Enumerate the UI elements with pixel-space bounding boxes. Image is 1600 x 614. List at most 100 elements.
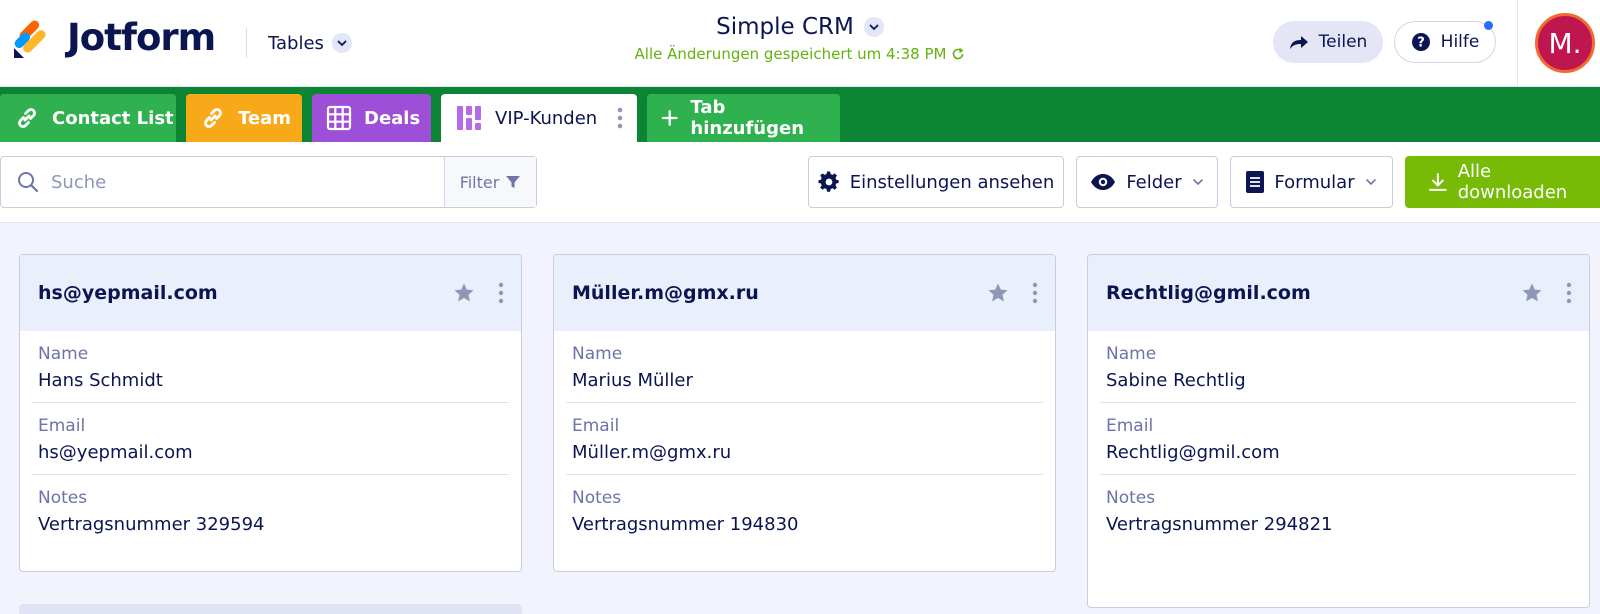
download-all-button[interactable]: Alle downloaden (1405, 156, 1600, 208)
fields-button[interactable]: Felder (1076, 156, 1218, 208)
kebab-menu-icon[interactable] (617, 106, 623, 130)
share-button[interactable]: Teilen (1273, 21, 1383, 63)
tab-deals[interactable]: Deals (312, 94, 431, 142)
chevron-down-icon (331, 33, 352, 53)
app-header: Jotform Tables Simple CRM Alle Änderunge… (0, 0, 1600, 87)
add-tab-button[interactable]: Tab hinzufügen (647, 94, 840, 142)
tab-team[interactable]: Team (186, 94, 302, 142)
link-icon (18, 108, 36, 128)
field-label: Name (1106, 344, 1157, 364)
avatar[interactable]: M. (1535, 13, 1595, 73)
jotform-logo-icon[interactable] (12, 20, 50, 60)
tab-contact-list[interactable]: Contact List (0, 94, 176, 142)
save-status: Alle Änderungen gespeichert um 4:38 PM (560, 45, 1040, 63)
record-card[interactable]: hs@yepmail.com Name Hans Schmidt Email h… (19, 254, 522, 572)
tables-menu-label: Tables (268, 32, 324, 54)
chevron-down-icon (1365, 179, 1376, 186)
card-header: Rechtlig@gmil.com (1088, 255, 1589, 331)
plus-icon (661, 110, 678, 126)
share-arrow-icon (1289, 36, 1308, 49)
help-button[interactable]: ? Hilfe (1394, 21, 1496, 63)
field-label: Notes (1106, 488, 1156, 508)
card-title: hs@yepmail.com (38, 282, 218, 304)
star-icon[interactable] (1521, 282, 1543, 304)
toolbar: Filter Einstellungen ansehen Felder Form… (0, 142, 1600, 223)
funnel-icon (506, 176, 521, 188)
card-field-email: Email hs@yepmail.com (32, 403, 509, 475)
card-field-name: Name Sabine Rechtlig (1100, 331, 1577, 403)
kebab-menu-icon[interactable] (498, 282, 504, 304)
download-all-label: Alle downloaden (1457, 161, 1568, 203)
share-label: Teilen (1318, 32, 1368, 52)
card-field-notes: Notes Vertragsnummer 294821 (1100, 475, 1577, 546)
field-value: Hans Schmidt (38, 370, 163, 391)
card-title: Rechtlig@gmil.com (1106, 282, 1311, 304)
field-label: Name (38, 344, 89, 364)
card-field-notes: Notes Vertragsnummer 329594 (32, 475, 509, 546)
field-value: Marius Müller (572, 370, 693, 391)
field-label: Notes (572, 488, 622, 508)
card-header: hs@yepmail.com (20, 255, 521, 331)
field-label: Email (1106, 416, 1154, 436)
title-block: Simple CRM Alle Änderungen gespeichert u… (560, 14, 1040, 63)
star-icon[interactable] (453, 282, 475, 304)
kebab-menu-icon[interactable] (1566, 282, 1572, 304)
card-field-notes: Notes Vertragsnummer 194830 (566, 475, 1043, 546)
search-field (1, 157, 444, 207)
help-icon: ? (1411, 33, 1430, 51)
field-value: Müller.m@gmx.ru (572, 442, 732, 463)
card-header: Müller.m@gmx.ru (554, 255, 1055, 331)
fields-label: Felder (1126, 171, 1182, 193)
field-value: hs@yepmail.com (38, 442, 193, 463)
form-label: Formular (1274, 171, 1355, 193)
card-field-name: Name Marius Müller (566, 331, 1043, 403)
refresh-icon (953, 47, 964, 60)
kebab-menu-icon[interactable] (1032, 282, 1038, 304)
field-label: Notes (38, 488, 88, 508)
eye-icon (1091, 174, 1116, 190)
record-card[interactable]: Müller.m@gmx.ru Name Marius Müller Email… (553, 254, 1056, 572)
field-value: Vertragsnummer 194830 (572, 514, 799, 535)
form-button[interactable]: Formular (1230, 156, 1393, 208)
gear-icon (818, 171, 839, 192)
tab-label: Deals (364, 107, 421, 129)
filter-button[interactable]: Filter (444, 157, 536, 207)
field-value: Vertragsnummer 329594 (38, 514, 265, 535)
field-value: Rechtlig@gmil.com (1106, 442, 1280, 463)
tab-label: Team (238, 107, 291, 129)
record-card-partial[interactable] (19, 604, 522, 614)
brand-name: Jotform (67, 16, 216, 59)
form-icon (1246, 171, 1265, 193)
filter-label: Filter (459, 172, 500, 192)
header-divider (1517, 0, 1518, 87)
tab-label: VIP-Kunden (495, 107, 598, 129)
tab-label: Contact List (52, 107, 174, 129)
field-value: Sabine Rechtlig (1106, 370, 1246, 391)
grid-icon (326, 105, 352, 131)
tab-label: Tab hinzufügen (690, 97, 805, 139)
page-title: Simple CRM (716, 14, 854, 40)
table-tabs: Contact List Team Deals VIP-Kunden Tab h… (0, 87, 1600, 142)
field-value: Vertragsnummer 294821 (1106, 514, 1333, 535)
search-box: Filter (0, 156, 537, 208)
card-title: Müller.m@gmx.ru (572, 282, 759, 304)
form-title-menu[interactable]: Simple CRM (716, 14, 884, 40)
download-icon (1428, 173, 1447, 191)
tables-menu[interactable]: Tables (268, 30, 352, 56)
field-label: Email (572, 416, 620, 436)
star-icon[interactable] (987, 282, 1009, 304)
record-card[interactable]: Rechtlig@gmil.com Name Sabine Rechtlig E… (1087, 254, 1590, 608)
card-field-email: Email Müller.m@gmx.ru (566, 403, 1043, 475)
chevron-down-icon (863, 17, 884, 37)
search-input[interactable] (51, 171, 411, 193)
view-settings-button[interactable]: Einstellungen ansehen (808, 156, 1064, 208)
card-field-email: Email Rechtlig@gmil.com (1100, 403, 1577, 475)
tab-vip-kunden[interactable]: VIP-Kunden (441, 94, 637, 142)
link-icon (204, 108, 222, 128)
view-settings-label: Einstellungen ansehen (849, 171, 1055, 193)
help-label: Hilfe (1440, 32, 1480, 52)
search-icon (18, 172, 39, 193)
field-label: Name (572, 344, 623, 364)
save-status-text: Alle Änderungen gespeichert um 4:38 PM (634, 45, 947, 63)
header-divider (246, 28, 247, 58)
